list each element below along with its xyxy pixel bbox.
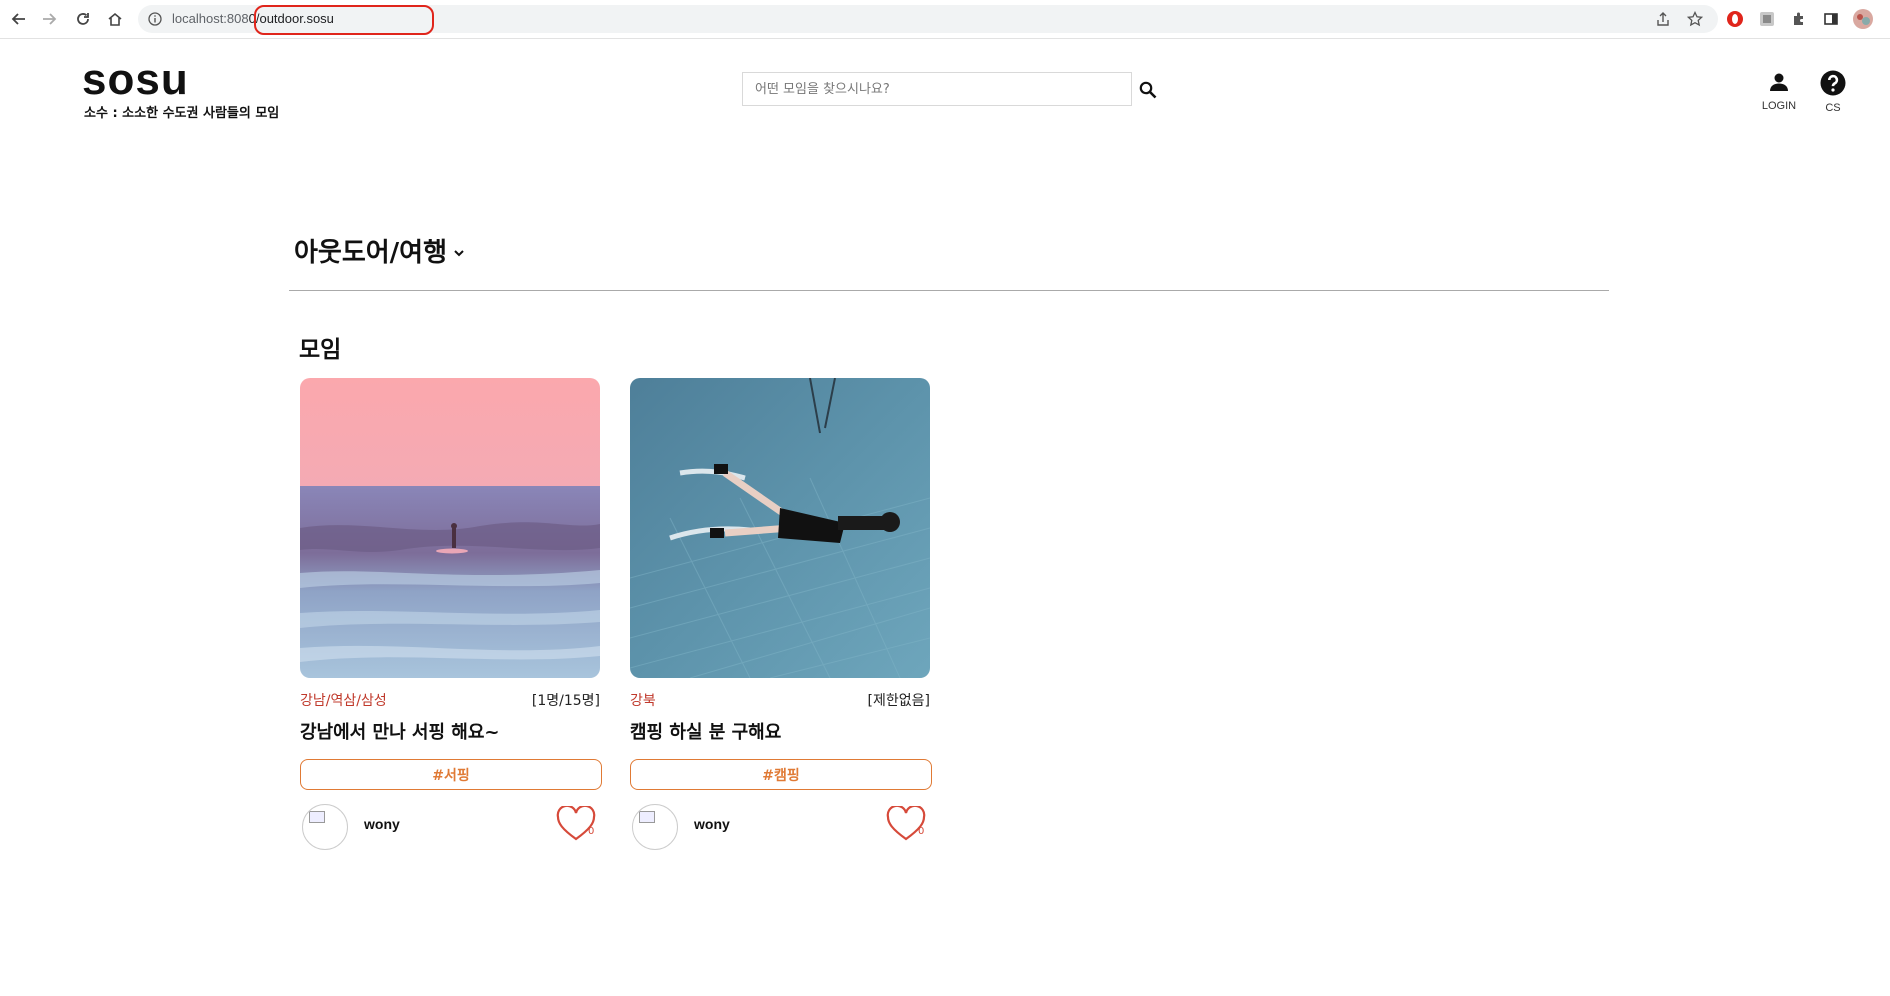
card-tag-button[interactable]: #서핑 [300, 759, 602, 790]
card-meta: 강남/역삼/삼성 [1명/15명] [300, 690, 600, 709]
forward-arrow-icon[interactable] [38, 8, 60, 30]
category-title: 아웃도어/여행 [294, 238, 448, 268]
avatar[interactable] [632, 804, 678, 850]
cs-button[interactable]: CS [1808, 70, 1858, 114]
search-icon[interactable] [1136, 78, 1160, 102]
url-host: localhost:808 [172, 11, 249, 26]
share-icon[interactable] [1652, 8, 1674, 30]
card-title[interactable]: 강남에서 만나 서핑 해요~ [300, 718, 499, 744]
extension-gray-icon[interactable] [1756, 8, 1778, 30]
meeting-image-surfing[interactable] [300, 378, 600, 678]
card-region: 강북 [630, 693, 656, 709]
profile-avatar-icon[interactable] [1852, 8, 1874, 30]
section-divider [289, 290, 1609, 291]
user-icon [1770, 73, 1788, 91]
card-tag-button[interactable]: #캠핑 [630, 759, 932, 790]
help-icon [1820, 70, 1846, 96]
avatar[interactable] [302, 804, 348, 850]
browser-toolbar: localhost:8080/outdoor.sosu [0, 0, 1890, 39]
card-title[interactable]: 캠핑 하실 분 구해요 [630, 718, 781, 744]
card-capacity: [제한없음] [867, 693, 930, 709]
card-meta: 강북 [제한없음] [630, 690, 930, 709]
search-box [742, 72, 1132, 106]
like-count: 0 [918, 826, 925, 837]
card-author: wony [694, 816, 730, 832]
extension-red-icon[interactable] [1724, 8, 1746, 30]
login-label: LOGIN [1761, 100, 1797, 112]
card-capacity: [1명/15명] [531, 693, 600, 709]
url-highlight-annotation [254, 5, 434, 35]
card-author-row: wony 0 [302, 804, 602, 850]
reload-icon[interactable] [72, 8, 94, 30]
like-count: 0 [588, 826, 595, 837]
back-arrow-icon[interactable] [8, 8, 30, 30]
meeting-card[interactable]: 강북 [제한없음] 캠핑 하실 분 구해요 #캠핑 wony 0 [630, 378, 932, 850]
home-icon[interactable] [104, 8, 126, 30]
search-input[interactable] [743, 73, 1131, 105]
meeting-image-camping[interactable] [630, 378, 930, 678]
cs-label: CS [1825, 102, 1841, 114]
bookmark-star-icon[interactable] [1684, 8, 1706, 30]
card-region: 강남/역삼/삼성 [300, 693, 387, 709]
login-button[interactable]: LOGIN [1754, 70, 1804, 112]
card-author: wony [364, 816, 400, 832]
site-tagline: 소수 : 소소한 수도권 사람들의 모임 [84, 106, 280, 121]
category-dropdown[interactable]: 아웃도어/여행 [294, 232, 465, 269]
meeting-card[interactable]: 강남/역삼/삼성 [1명/15명] 강남에서 만나 서핑 해요~ #서핑 won… [300, 378, 602, 850]
card-author-row: wony 0 [632, 804, 932, 850]
site-info-icon[interactable] [148, 11, 162, 30]
side-panel-icon[interactable] [1820, 8, 1842, 30]
section-title: 모임 [299, 337, 342, 363]
chevron-down-icon [454, 249, 464, 256]
extensions-puzzle-icon[interactable] [1788, 8, 1810, 30]
site-logo[interactable]: sosu [82, 58, 189, 102]
